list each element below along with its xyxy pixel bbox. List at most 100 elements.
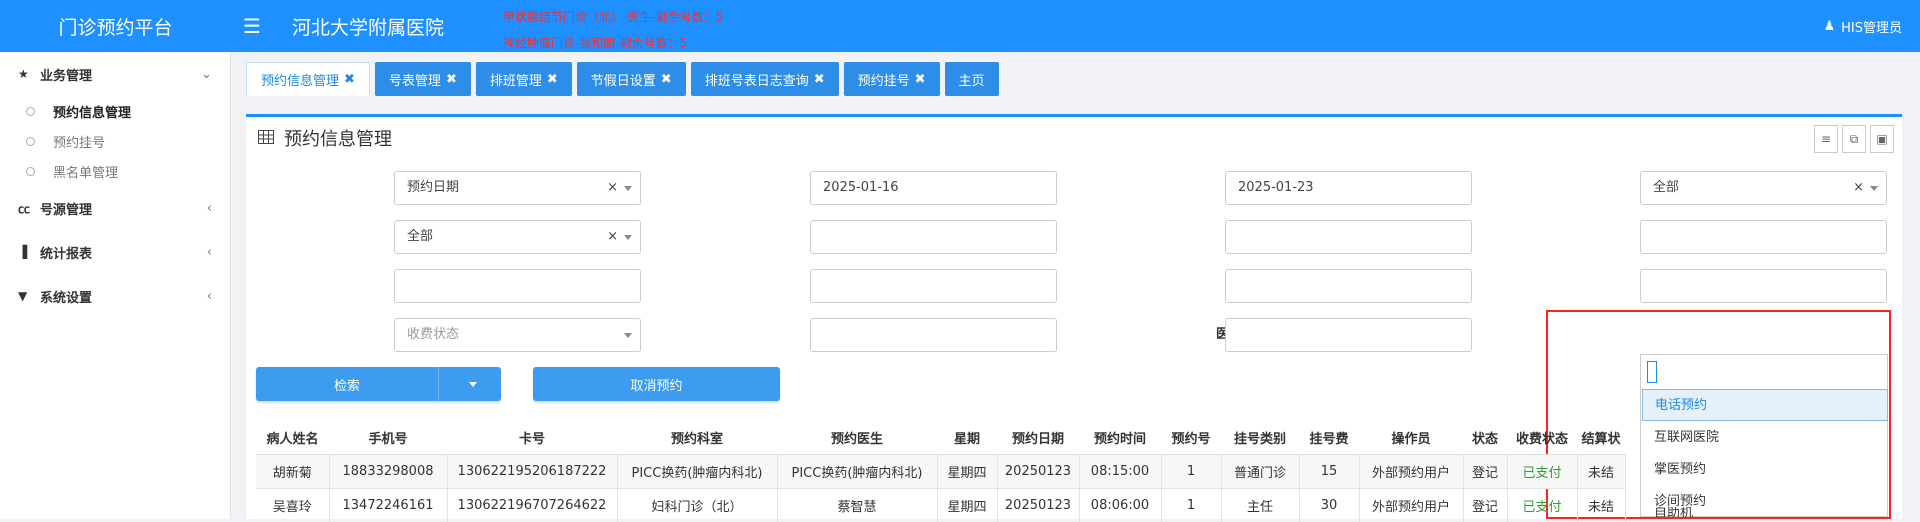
- channel-option[interactable]: 电话预约: [1642, 389, 1888, 421]
- dropdown-search-input[interactable]: [1647, 361, 1657, 383]
- sidebar-group-source[interactable]: ㏄ 号源管理 ‹: [0, 186, 230, 230]
- tab-shift[interactable]: 排班管理 ✖: [475, 62, 572, 96]
- close-icon[interactable]: ✖: [547, 72, 558, 87]
- column-header[interactable]: 结算状: [1577, 422, 1625, 455]
- sidebar-group-settings[interactable]: ▼ 系统设置 ‹: [0, 274, 230, 318]
- column-header[interactable]: 星期: [937, 422, 997, 455]
- dept-input[interactable]: [394, 269, 641, 303]
- reg-type-input[interactable]: [1225, 269, 1472, 303]
- close-icon[interactable]: ✖: [446, 72, 457, 87]
- sidebar-group-label: 业务管理: [40, 68, 93, 84]
- column-header[interactable]: 挂号类别: [1221, 422, 1299, 455]
- column-header[interactable]: 手机号: [329, 422, 447, 455]
- chevron-down-icon: ⌄: [201, 66, 212, 82]
- sidebar-group-label: 号源管理: [40, 202, 93, 218]
- column-header[interactable]: 预约日期: [997, 422, 1079, 455]
- patient-name-input[interactable]: [1225, 220, 1472, 254]
- clear-icon[interactable]: ×: [1853, 172, 1864, 204]
- end-date-input[interactable]: 2025-01-23: [1225, 171, 1472, 205]
- close-icon[interactable]: ✖: [915, 72, 926, 87]
- status-select[interactable]: 全部 ×: [394, 220, 641, 254]
- excel-icon[interactable]: ▣: [1870, 125, 1894, 153]
- table-header-row: 病人姓名 手机号 卡号 预约科室 预约医生 星期 预约日期 预约时间 预约号 挂…: [256, 422, 1625, 455]
- column-header[interactable]: 预约号: [1161, 422, 1221, 455]
- table-cell: 18833298008: [329, 453, 448, 488]
- circle-icon: [26, 136, 35, 146]
- is-stopped-select[interactable]: 全部 ×: [1640, 171, 1887, 205]
- sidebar-item-appointment-info[interactable]: 预约信息管理: [0, 96, 230, 126]
- sidebar-group-reports[interactable]: ▐ 统计报表 ‹: [0, 230, 230, 274]
- tab-holiday[interactable]: 节假日设置 ✖: [576, 62, 686, 96]
- phone-input[interactable]: [1640, 220, 1887, 254]
- channel-option[interactable]: 互联网医院: [1642, 422, 1888, 454]
- bar-chart-icon: ▐: [18, 245, 28, 259]
- notice-item: 甲状腺结节门诊（北）-医生-剩余号数：5: [503, 10, 724, 24]
- caret-down-icon[interactable]: [469, 382, 477, 387]
- column-header[interactable]: 操作员: [1359, 422, 1463, 455]
- table-cell: 130622196707264622: [447, 487, 618, 522]
- table-row[interactable]: 胡新菊 18833298008 130622195206187222 PICC换…: [256, 453, 1626, 488]
- copy-icon[interactable]: ⧉: [1842, 125, 1866, 153]
- sidebar-item-blacklist[interactable]: 黑名单管理: [0, 156, 230, 186]
- sidebar-group-label: 系统设置: [40, 290, 93, 306]
- sidebar-group-business[interactable]: ★ 业务管理 ⌄: [0, 52, 230, 96]
- tab-log[interactable]: 排班号表日志查询 ✖: [690, 62, 839, 96]
- close-icon[interactable]: ✖: [661, 72, 672, 87]
- column-header[interactable]: 预约科室: [617, 422, 777, 455]
- fee-status-select[interactable]: 收费状态: [394, 318, 641, 352]
- tab-label: 号表管理: [388, 73, 441, 89]
- tab-label: 主页: [958, 73, 985, 89]
- table-cell: 20250123: [997, 453, 1080, 488]
- table-cell: 未结: [1577, 487, 1626, 522]
- sidebar-item-label: 黑名单管理: [53, 165, 119, 181]
- query-type-select[interactable]: 预约日期 ×: [394, 171, 641, 205]
- menu-toggle-icon[interactable]: ☰: [243, 14, 261, 38]
- close-icon[interactable]: ✖: [814, 72, 825, 87]
- column-header[interactable]: 状态: [1463, 422, 1507, 455]
- close-icon[interactable]: ✖: [344, 72, 355, 87]
- column-header[interactable]: 卡号: [447, 422, 617, 455]
- column-header[interactable]: 收费状态: [1507, 422, 1577, 455]
- list-icon[interactable]: ≡: [1814, 125, 1838, 153]
- column-header[interactable]: 挂号费: [1299, 422, 1359, 455]
- user-menu[interactable]: ♟ HIS管理员: [1823, 17, 1902, 36]
- user-icon: ♟: [1823, 19, 1836, 34]
- sidebar-item-registration[interactable]: 预约挂号: [0, 126, 230, 156]
- caret-icon: [1870, 186, 1878, 191]
- column-header[interactable]: 预约医生: [777, 422, 937, 455]
- sidebar: ★ 业务管理 ⌄ 预约信息管理 预约挂号 黑名单管理 ㏄ 号源管理 ‹ ▐ 统计…: [0, 52, 231, 519]
- channel-option[interactable]: 掌医预约: [1642, 454, 1888, 486]
- top-bar: 门诊预约平台 ☰ 河北大学附属医院 甲状腺结节门诊（北）-医生-剩余号数：5 神…: [0, 0, 1920, 52]
- sidebar-item-label: 预约挂号: [53, 135, 106, 151]
- cancel-appointment-button[interactable]: 取消预约: [533, 367, 780, 401]
- appointment-table: 病人姓名 手机号 卡号 预约科室 预约医生 星期 预约日期 预约时间 预约号 挂…: [256, 422, 1626, 522]
- chevron-left-icon: ‹: [206, 200, 212, 216]
- tab-registration[interactable]: 预约挂号 ✖: [843, 62, 940, 96]
- doctor-input[interactable]: [810, 269, 1057, 303]
- column-header[interactable]: 预约时间: [1079, 422, 1161, 455]
- tab-schedule-table[interactable]: 号表管理 ✖: [374, 62, 471, 96]
- tab-appointment-info[interactable]: 预约信息管理 ✖: [246, 62, 370, 96]
- table-cell: 胡新菊: [256, 453, 330, 488]
- select-value: 预约日期: [407, 180, 460, 195]
- tab-label: 排班号表日志查询: [704, 73, 809, 89]
- table-cell: 08:15:00: [1079, 453, 1162, 488]
- page-title: 预约信息管理: [258, 125, 392, 151]
- column-header[interactable]: 病人姓名: [256, 422, 329, 455]
- clear-icon[interactable]: ×: [607, 172, 618, 204]
- page-title-text: 预约信息管理: [284, 129, 392, 150]
- search-button[interactable]: 检索: [256, 367, 501, 401]
- id-no-input[interactable]: [1640, 269, 1887, 303]
- tab-home[interactable]: 主页: [944, 62, 999, 96]
- card-no-input[interactable]: [810, 220, 1057, 254]
- start-date-input[interactable]: 2025-01-16: [810, 171, 1057, 205]
- clear-icon[interactable]: ×: [607, 221, 618, 253]
- resource-group-input[interactable]: [1225, 318, 1472, 352]
- channel-option[interactable]: 自助机: [1642, 507, 1888, 517]
- channel-select[interactable]: [1640, 318, 1887, 352]
- chevron-left-icon: ‹: [206, 288, 212, 304]
- select-value: 全部: [1653, 180, 1680, 195]
- table-row[interactable]: 吴喜玲 13472246161 130622196707264622 妇科门诊（…: [256, 487, 1626, 522]
- operator-input[interactable]: [810, 318, 1057, 352]
- tab-label: 节假日设置: [590, 73, 656, 89]
